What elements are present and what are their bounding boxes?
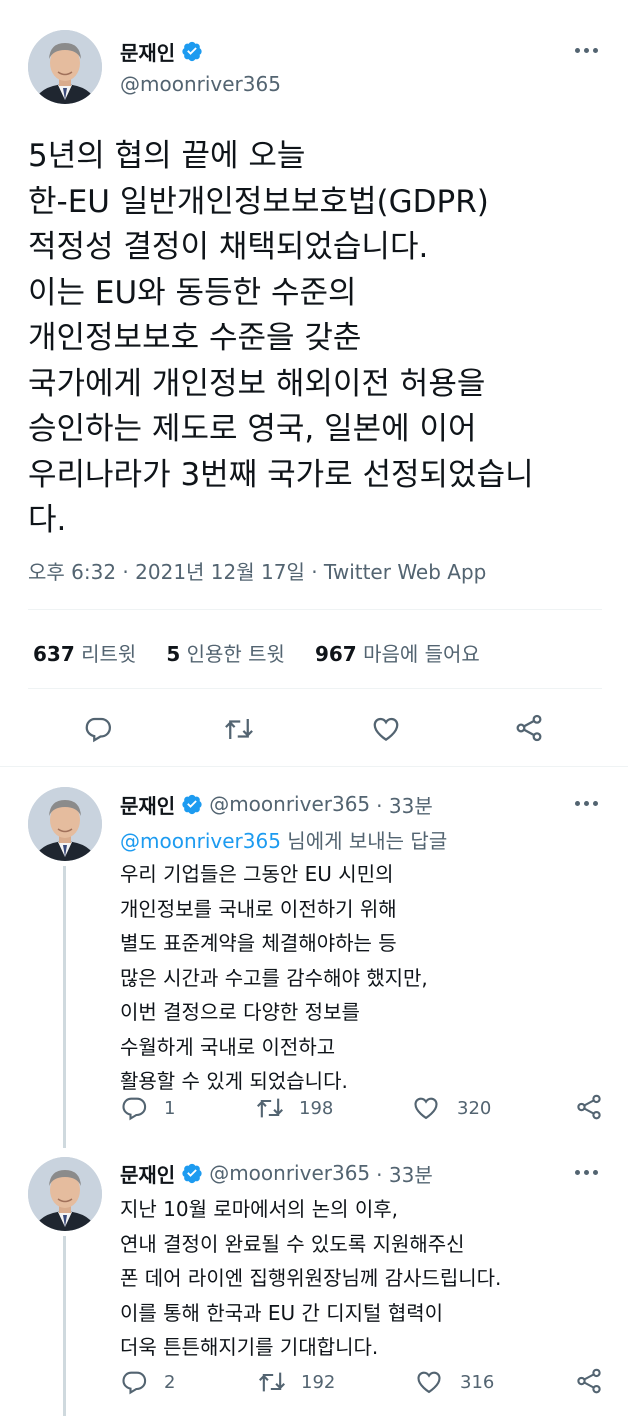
tweet-stats: 637 리트윗 5 인용한 트윗 967 마음에 들어요 xyxy=(33,638,480,667)
thread-line xyxy=(63,866,66,1148)
reply-text: 우리 기업들은 그동안 EU 시민의 개인정보를 국내로 이전하기 위해 별도 … xyxy=(120,862,428,1093)
reply-header: 문재인 @moonriver365 · 33분 xyxy=(120,1159,433,1187)
reply-time[interactable]: · 33분 xyxy=(376,1159,433,1188)
reply-icon[interactable] xyxy=(120,1094,148,1122)
verified-badge-icon xyxy=(181,1162,203,1184)
reply-header: 문재인 @moonriver365 · 33분 xyxy=(120,790,433,818)
like-icon[interactable] xyxy=(370,714,402,744)
reply-icon[interactable] xyxy=(120,1368,148,1396)
retweet-icon[interactable] xyxy=(255,1094,285,1122)
likes-stat[interactable]: 967 마음에 들어요 xyxy=(315,638,480,667)
like-count: 320 xyxy=(457,1098,492,1119)
reply-icon[interactable] xyxy=(83,714,113,744)
verified-badge-icon xyxy=(181,40,203,62)
like-icon[interactable] xyxy=(411,1094,441,1122)
tweet-text: 5년의 협의 끝에 오늘 한-EU 일반개인정보보호법(GDPR) 적정성 결정… xyxy=(28,138,534,538)
verified-badge-icon xyxy=(181,793,203,815)
reply-author-name[interactable]: 문재인 xyxy=(120,790,175,819)
like-count: 316 xyxy=(460,1372,495,1393)
like-icon[interactable] xyxy=(414,1368,444,1396)
more-options-icon[interactable] xyxy=(575,1170,598,1175)
replying-to: @moonriver365 님에게 보내는 답글 xyxy=(120,825,447,854)
more-options-icon[interactable] xyxy=(575,48,598,53)
tweet-timestamp[interactable]: 오후 6:32 · 2021년 12월 17일 · Twitter Web Ap… xyxy=(28,556,486,585)
share-icon[interactable] xyxy=(574,1092,604,1122)
retweets-stat[interactable]: 637 리트윗 xyxy=(33,638,136,667)
share-icon[interactable] xyxy=(574,1366,604,1396)
reply-author-avatar[interactable] xyxy=(28,1157,102,1231)
divider xyxy=(0,766,628,767)
reply-author-name[interactable]: 문재인 xyxy=(120,1159,175,1188)
retweet-count: 198 xyxy=(299,1098,334,1119)
reply-time[interactable]: · 33분 xyxy=(376,790,433,819)
share-icon[interactable] xyxy=(513,712,545,744)
retweet-icon[interactable] xyxy=(257,1368,287,1396)
reply-count: 1 xyxy=(164,1098,176,1119)
author-handle[interactable]: @moonriver365 xyxy=(120,72,281,96)
author-name[interactable]: 문재인 xyxy=(120,37,175,66)
retweet-icon[interactable] xyxy=(223,714,255,744)
replying-to-label: 님에게 보내는 답글 xyxy=(280,829,448,853)
reply-author-avatar[interactable] xyxy=(28,787,102,861)
reply-count: 2 xyxy=(164,1372,176,1393)
author-avatar[interactable] xyxy=(28,30,102,104)
divider xyxy=(28,688,602,689)
replying-to-handle[interactable]: @moonriver365 xyxy=(120,829,281,853)
reply-author-handle[interactable]: @moonriver365 xyxy=(209,1161,370,1185)
reply-text: 지난 10월 로마에서의 논의 이후, 연내 결정이 완료될 수 있도록 지원해… xyxy=(120,1197,502,1359)
retweet-count: 192 xyxy=(301,1372,336,1393)
quotes-stat[interactable]: 5 인용한 트윗 xyxy=(166,638,285,667)
author-name-row: 문재인 xyxy=(120,37,203,65)
more-options-icon[interactable] xyxy=(575,801,598,806)
reply-author-handle[interactable]: @moonriver365 xyxy=(209,792,370,816)
divider xyxy=(28,609,602,610)
thread-line xyxy=(63,1236,66,1416)
